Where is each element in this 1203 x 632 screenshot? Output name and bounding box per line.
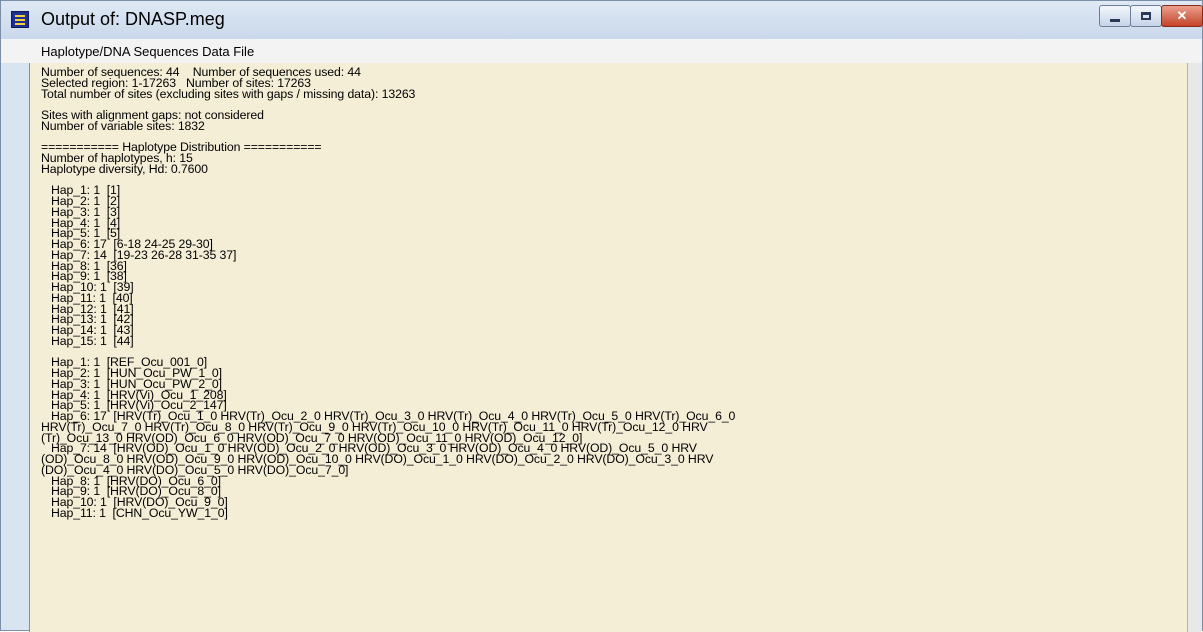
- output-line: Sites with alignment gaps: not considere…: [41, 108, 264, 122]
- output-line: Hap_10: 1 [39]: [41, 280, 134, 294]
- window-title: Output of: DNASP.meg: [41, 9, 225, 29]
- output-line: Hap_11: 1 [40]: [41, 290, 133, 305]
- output-line: Hap_1: 1 [1]: [41, 183, 121, 198]
- file-type-header: Haplotype/DNA Sequences Data File: [1, 39, 1202, 63]
- close-icon: ✕: [1176, 8, 1188, 23]
- maximize-icon: [1141, 12, 1151, 20]
- output-line: =========== Haplotype Distribution =====…: [41, 140, 322, 155]
- output-line: Hap_2: 1 [2]: [41, 194, 121, 208]
- output-line: Hap_12: 1 [41]: [41, 301, 134, 316]
- close-button[interactable]: ✕: [1161, 5, 1203, 27]
- output-line: Hap_7: 14 [19-23 26-28 31-35 37]: [41, 247, 237, 262]
- output-line: Hap_3: 1 [3]: [41, 204, 121, 219]
- output-window: Output of: DNASP.meg ✕ Haplotype/DNA Seq…: [0, 0, 1203, 632]
- title-bar[interactable]: Output of: DNASP.meg ✕: [1, 1, 1203, 39]
- output-line: Haplotype diversity, Hd: 0.7600: [41, 161, 208, 176]
- output-line: Hap_5: 1 [5]: [41, 226, 121, 241]
- output-line: Number of haplotypes, h: 15: [41, 151, 193, 165]
- vertical-scrollbar[interactable]: [1187, 63, 1202, 632]
- output-line: Hap_8: 1 [36]: [41, 258, 127, 273]
- output-line: Total number of sites (excluding sites w…: [41, 86, 416, 101]
- minimize-icon: [1110, 18, 1120, 22]
- minimize-button[interactable]: [1099, 5, 1131, 27]
- output-line: Number of variable sites: 1832: [41, 118, 205, 133]
- maximize-button[interactable]: [1130, 5, 1162, 27]
- output-line: Hap_11: 1 [CHN_Ocu_YW_1_0]: [41, 505, 228, 520]
- app-window-icon[interactable]: [11, 11, 29, 28]
- output-text-area[interactable]: Number of sequences: 44 Number of sequen…: [29, 63, 1187, 632]
- output-line: Hap_9: 1 [38]: [41, 269, 127, 284]
- output-text: Number of sequences: 44 Number of sequen…: [30, 63, 1187, 519]
- file-type-label: Haplotype/DNA Sequences Data File: [41, 44, 255, 59]
- output-line: Hap_4: 1 [4]: [41, 215, 121, 230]
- output-line: Hap_15: 1 [44]: [41, 333, 134, 348]
- output-line: Hap_14: 1 [43]: [41, 323, 134, 337]
- output-line: Hap_13: 1 [42]: [41, 312, 134, 327]
